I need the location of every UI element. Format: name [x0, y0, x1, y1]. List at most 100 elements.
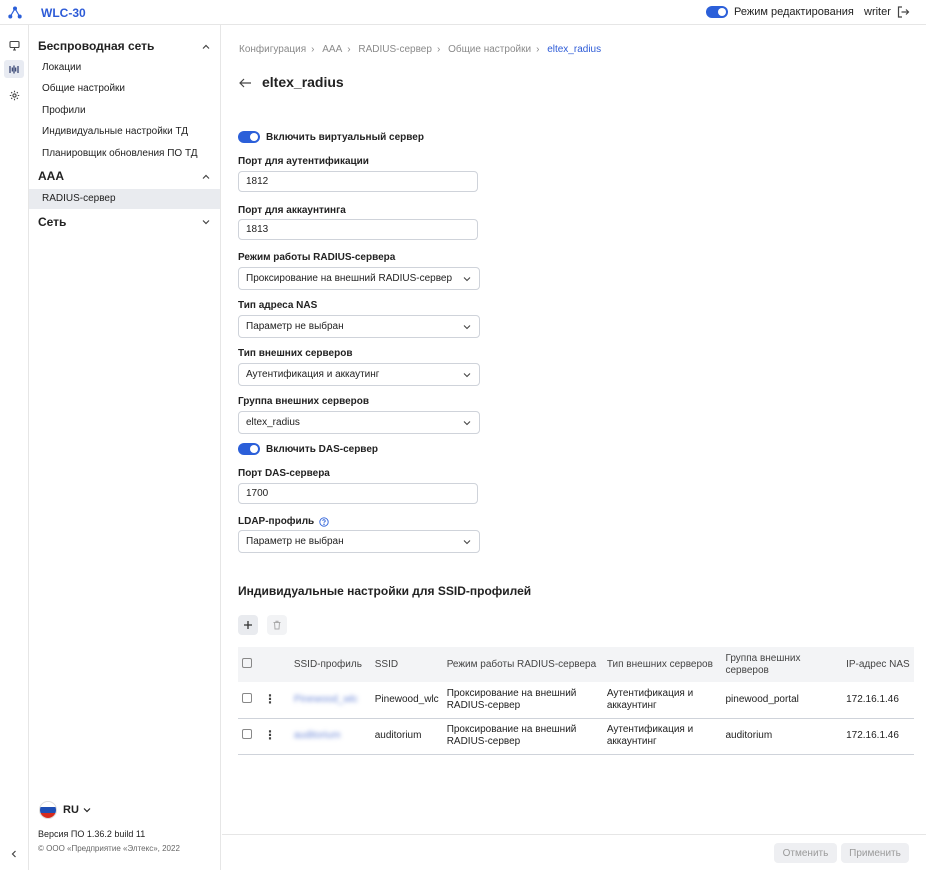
ext-group-value: eltex_radius — [246, 417, 300, 428]
column-header[interactable]: IP-адрес NAS — [842, 647, 914, 682]
page-title: eltex_radius — [262, 74, 344, 90]
ext-group-select[interactable]: eltex_radius — [238, 411, 480, 434]
mode-cell: Проксирование на внешний RADIUS-сервер — [442, 718, 603, 755]
ssid-section-title: Индивидуальные настройки для SSID-профил… — [238, 584, 532, 598]
acct-port-label: Порт для аккаунтинга — [238, 205, 346, 216]
ext-type-select[interactable]: Аутентификация и аккаутинг — [238, 363, 480, 386]
ip-cell: 172.16.1.46 — [842, 718, 914, 755]
main-content: Конфигурация › AAA › RADIUS-сервер › Общие … — [222, 25, 926, 870]
edit-mode-toggle[interactable]: Режим редактирования — [706, 6, 854, 18]
edit-mode-label: Режим редактирования — [734, 6, 854, 18]
select-all-cell — [238, 647, 260, 682]
ssid-profile-link[interactable]: Pinewood_wlc — [294, 694, 358, 705]
auth-port-input[interactable]: 1812 — [238, 171, 478, 192]
trash-icon — [273, 620, 281, 630]
breadcrumb-current: eltex_radius — [547, 44, 602, 55]
das-toggle[interactable]: Включить DAS-сервер — [238, 443, 378, 455]
sidebar-item-profiles[interactable]: Профили — [42, 105, 86, 116]
breadcrumb: Конфигурация › AAA › RADIUS-сервер › Общие … — [239, 44, 602, 55]
ssid-profile-link[interactable]: auditorium — [294, 730, 341, 741]
select-all-checkbox[interactable] — [242, 657, 252, 668]
chevron-down-icon — [463, 373, 471, 378]
sidebar-item-ap-settings[interactable]: Индивидуальные настройки ТД — [42, 126, 188, 137]
back-arrow-icon[interactable] — [238, 77, 252, 89]
virtual-server-switch[interactable] — [238, 131, 260, 143]
row-menu-icon[interactable]: ⋮ — [264, 728, 276, 742]
ext-type-value: Аутентификация и аккаутинг — [246, 369, 380, 380]
ip-cell: 172.16.1.46 — [842, 682, 914, 719]
breadcrumb-item[interactable]: AAA — [322, 44, 342, 55]
logout-icon[interactable] — [896, 5, 910, 19]
rail-settings-button[interactable] — [4, 86, 24, 104]
column-header[interactable]: SSID-профиль — [290, 647, 371, 682]
chevron-down-icon — [83, 808, 91, 813]
chevron-up-icon[interactable] — [201, 42, 211, 52]
sidebar-item-radius-server[interactable]: RADIUS-сервер — [42, 193, 116, 204]
radius-mode-label: Режим работы RADIUS-сервера — [238, 252, 396, 263]
sidebar-section-network[interactable]: Сеть — [38, 215, 66, 229]
russia-flag-icon — [39, 801, 57, 819]
nas-type-select[interactable]: Параметр не выбран — [238, 315, 480, 338]
group-cell: auditorium — [721, 718, 843, 755]
breadcrumb-item[interactable]: RADIUS-сервер — [358, 44, 432, 55]
row-checkbox[interactable] — [242, 692, 252, 703]
icon-rail — [0, 25, 29, 870]
breadcrumb-item[interactable]: Общие настройки — [448, 44, 531, 55]
table-header-row: SSID-профиль SSID Режим работы RADIUS-се… — [238, 647, 914, 682]
column-header[interactable]: SSID — [371, 647, 443, 682]
ssid-cell: auditorium — [370, 718, 443, 755]
das-port-input[interactable]: 1700 — [238, 483, 478, 504]
virtual-server-label: Включить виртуальный сервер — [266, 131, 424, 143]
sidebar: Беспроводная сеть Локации Общие настройк… — [29, 25, 221, 870]
chevron-down-icon[interactable] — [201, 217, 211, 227]
nas-type-value: Параметр не выбран — [246, 321, 344, 332]
plus-icon — [244, 621, 252, 629]
table-row[interactable]: ⋮ Pinewood_wlc Pinewood_wlc Проксировани… — [238, 682, 914, 719]
help-icon[interactable] — [319, 516, 329, 527]
chevron-down-icon — [463, 540, 471, 545]
rail-monitoring-button[interactable] — [4, 36, 24, 54]
virtual-server-toggle[interactable]: Включить виртуальный сервер — [238, 131, 424, 143]
acct-port-input[interactable]: 1813 — [238, 219, 478, 240]
radius-mode-value: Проксирование на внешний RADIUS-сервер — [246, 273, 453, 284]
ldap-value: Параметр не выбран — [246, 536, 344, 547]
group-cell: pinewood_portal — [721, 682, 843, 719]
sidebar-section-aaa[interactable]: AAA — [38, 169, 64, 183]
ext-type-label: Тип внешних серверов — [238, 348, 353, 359]
radius-mode-select[interactable]: Проксирование на внешний RADIUS-сервер — [238, 267, 480, 290]
row-menu-icon[interactable]: ⋮ — [264, 692, 276, 706]
ext-type-cell: Аутентификация и аккаунтинг — [602, 682, 722, 719]
ssid-cell: Pinewood_wlc — [370, 682, 443, 719]
ldap-select[interactable]: Параметр не выбран — [238, 530, 480, 553]
ext-type-cell: Аутентификация и аккаунтинг — [602, 718, 722, 755]
das-switch[interactable] — [238, 443, 260, 455]
breadcrumb-item[interactable]: Конфигурация — [239, 44, 306, 55]
footer-bar: Отменить Применить — [222, 834, 926, 870]
apply-button[interactable]: Применить — [841, 843, 909, 863]
collapse-sidebar-icon[interactable] — [8, 848, 20, 860]
das-label: Включить DAS-сервер — [266, 443, 378, 455]
chevron-up-icon[interactable] — [201, 172, 211, 182]
sidebar-item-general-settings[interactable]: Общие настройки — [42, 83, 125, 94]
delete-button[interactable] — [267, 615, 287, 635]
table-row[interactable]: ⋮ auditorium auditorium Проксирование на… — [238, 718, 914, 755]
sidebar-item-locations[interactable]: Локации — [42, 62, 81, 73]
mode-cell: Проксирование на внешний RADIUS-сервер — [442, 682, 603, 719]
auth-port-label: Порт для аутентификации — [238, 156, 369, 167]
rail-config-button[interactable] — [4, 60, 24, 78]
column-header[interactable]: Режим работы RADIUS-сервера — [443, 647, 603, 682]
app-logo-icon[interactable] — [8, 6, 22, 19]
cancel-button[interactable]: Отменить — [774, 843, 837, 863]
version-text: Версия ПО 1.36.2 build 11 — [38, 829, 146, 839]
language-selector[interactable]: RU — [39, 801, 92, 819]
sidebar-item-update-scheduler[interactable]: Планировщик обновления ПО ТД — [42, 148, 198, 159]
add-button[interactable] — [238, 615, 258, 635]
column-header[interactable]: Тип внешних серверов — [603, 647, 722, 682]
edit-mode-switch[interactable] — [706, 6, 728, 18]
monitor-icon — [8, 40, 20, 51]
chevron-down-icon — [463, 277, 471, 282]
row-checkbox[interactable] — [242, 729, 252, 739]
sidebar-section-wireless[interactable]: Беспроводная сеть — [38, 39, 154, 53]
gear-icon — [9, 90, 19, 100]
column-header[interactable]: Группа внешних серверов — [722, 647, 843, 682]
